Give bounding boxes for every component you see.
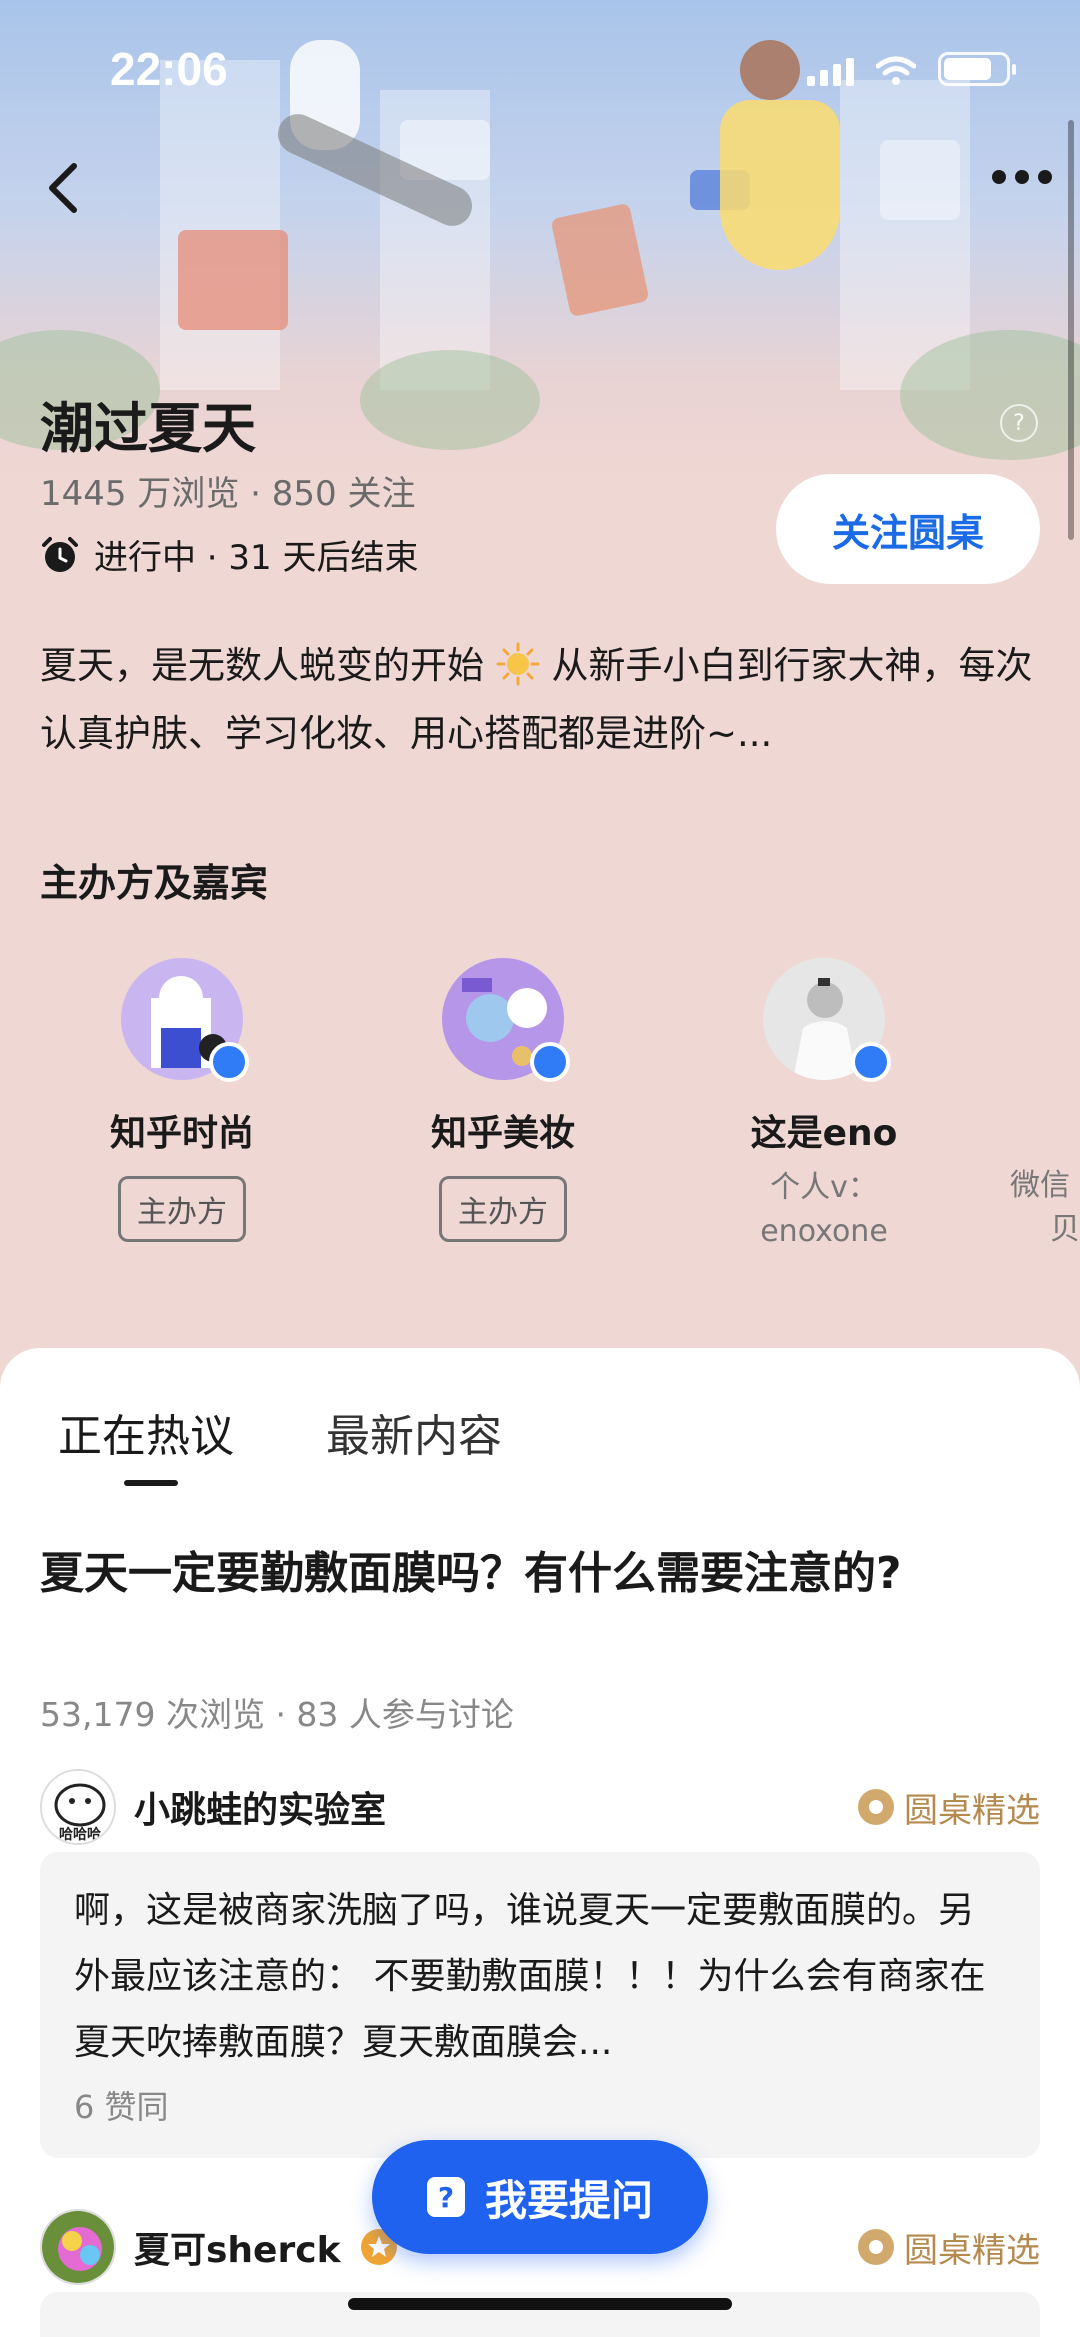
host-name: 知乎美妆	[430, 1113, 575, 1154]
featured-badge: 圆桌精选	[858, 2223, 1040, 2272]
content-tabs: 正在热议 最新内容	[58, 1400, 502, 1464]
featured-badge-label: 圆桌精选	[904, 2230, 1040, 2271]
ask-question-button[interactable]: ? 我要提问	[372, 2140, 708, 2254]
question-stats: 53,179 次浏览 · 83 人参与讨论	[40, 1695, 514, 1734]
roundtable-progress: 进行中 · 31 天后结束	[40, 530, 419, 579]
answer-body[interactable]: 啊，这是被商家洗脑了吗，谁说夏天一定要敷面膜的。另外最应该注意的： 不要勤敷面膜…	[40, 1852, 1040, 2158]
featured-badge: 圆桌精选	[858, 1783, 1040, 1832]
verified-badge-icon	[530, 1042, 570, 1082]
featured-badge-label: 圆桌精选	[904, 1790, 1040, 1831]
host-item[interactable]: 这是eno 个人v： enoxone	[704, 958, 944, 1254]
progress-text: 进行中 · 31 天后结束	[94, 538, 419, 578]
host-subtitle-line: 微信	[1010, 1168, 1070, 1203]
active-tab-indicator	[124, 1480, 178, 1486]
answer-author[interactable]: 夏可sherck	[40, 2209, 399, 2285]
host-role-tag: 主办方	[118, 1176, 246, 1242]
answer-author-name: 夏可sherck	[134, 2230, 341, 2271]
answer-likes: 6 赞同	[74, 2088, 169, 2126]
hosts-section-title: 主办方及嘉宾	[40, 861, 269, 905]
host-subtitle: 个人v： enoxone	[704, 1166, 944, 1254]
alarm-clock-icon	[42, 536, 78, 572]
help-icon[interactable]: ?	[1000, 404, 1038, 442]
host-name: 这是eno	[750, 1113, 898, 1154]
wifi-icon	[876, 56, 916, 85]
roundtable-pick-icon	[858, 2229, 894, 2265]
signal-icon	[807, 56, 854, 86]
roundtable-pick-icon	[858, 1789, 894, 1825]
host-subtitle-line: 贝	[1050, 1212, 1080, 1247]
host-subtitle: 微信 贝	[1010, 1164, 1080, 1252]
host-subtitle-line: enoxone	[760, 1214, 888, 1249]
answer-excerpt: 啊，这是被商家洗脑了吗，谁说夏天一定要敷面膜的。另外最应该注意的： 不要勤敷面膜…	[74, 1890, 986, 2063]
more-options-icon[interactable]	[992, 170, 1052, 184]
avatar[interactable]	[40, 2209, 116, 2285]
verified-badge-icon	[209, 1042, 249, 1082]
page-title: 潮过夏天	[40, 397, 256, 460]
status-bar: 22:06	[0, 0, 1080, 140]
tab-hot[interactable]: 正在热议	[58, 1400, 234, 1464]
back-icon[interactable]	[38, 158, 88, 218]
host-item[interactable]: 微信 贝	[1010, 958, 1080, 1252]
home-indicator[interactable]	[348, 2298, 732, 2310]
hosts-list: 知乎时尚 主办方 知乎美妆 主办方 这是eno 个人v： enoxone 微信 …	[0, 958, 1080, 1258]
ask-question-label: 我要提问	[484, 2175, 653, 2225]
scrollbar[interactable]	[1068, 120, 1074, 540]
host-role-tag: 主办方	[439, 1176, 567, 1242]
host-item[interactable]: 知乎时尚 主办方	[62, 958, 302, 1242]
follow-roundtable-button[interactable]: 关注圆桌	[776, 474, 1040, 584]
verified-badge-icon	[851, 1042, 891, 1082]
answer-author[interactable]: 哈哈哈 小跳蛙的实验室	[40, 1769, 386, 1845]
svg-text:哈哈哈: 哈哈哈	[59, 1826, 101, 1843]
host-item[interactable]: 知乎美妆 主办方	[383, 958, 623, 1242]
roundtable-stats: 1445 万浏览 · 850 关注	[40, 474, 416, 514]
avatar[interactable]: 哈哈哈	[40, 1769, 116, 1845]
status-time: 22:06	[110, 43, 228, 95]
roundtable-description: 夏天，是无数人蜕变的开始 从新手小白到行家大神，每次认真护肤、学习化妆、用心搭配…	[40, 632, 1040, 768]
status-icons	[807, 52, 1016, 86]
answer-card[interactable]: 哈哈哈 小跳蛙的实验室 圆桌精选 啊，这是被商家洗脑了吗，谁说夏天一定要敷面膜的…	[40, 1769, 1040, 2158]
question-icon: ?	[426, 2177, 465, 2217]
battery-icon	[938, 52, 1016, 86]
sun-emoji-icon	[496, 642, 540, 686]
answer-header: 哈哈哈 小跳蛙的实验室 圆桌精选	[40, 1769, 1040, 1845]
host-name: 知乎时尚	[109, 1113, 254, 1154]
question-title[interactable]: 夏天一定要勤敷面膜吗？有什么需要注意的?	[40, 1536, 1000, 1612]
tab-latest[interactable]: 最新内容	[326, 1400, 502, 1464]
host-subtitle-line: 个人v：	[770, 1170, 878, 1205]
description-part1: 夏天，是无数人蜕变的开始	[40, 644, 484, 687]
answer-author-name: 小跳蛙的实验室	[134, 1790, 387, 1831]
